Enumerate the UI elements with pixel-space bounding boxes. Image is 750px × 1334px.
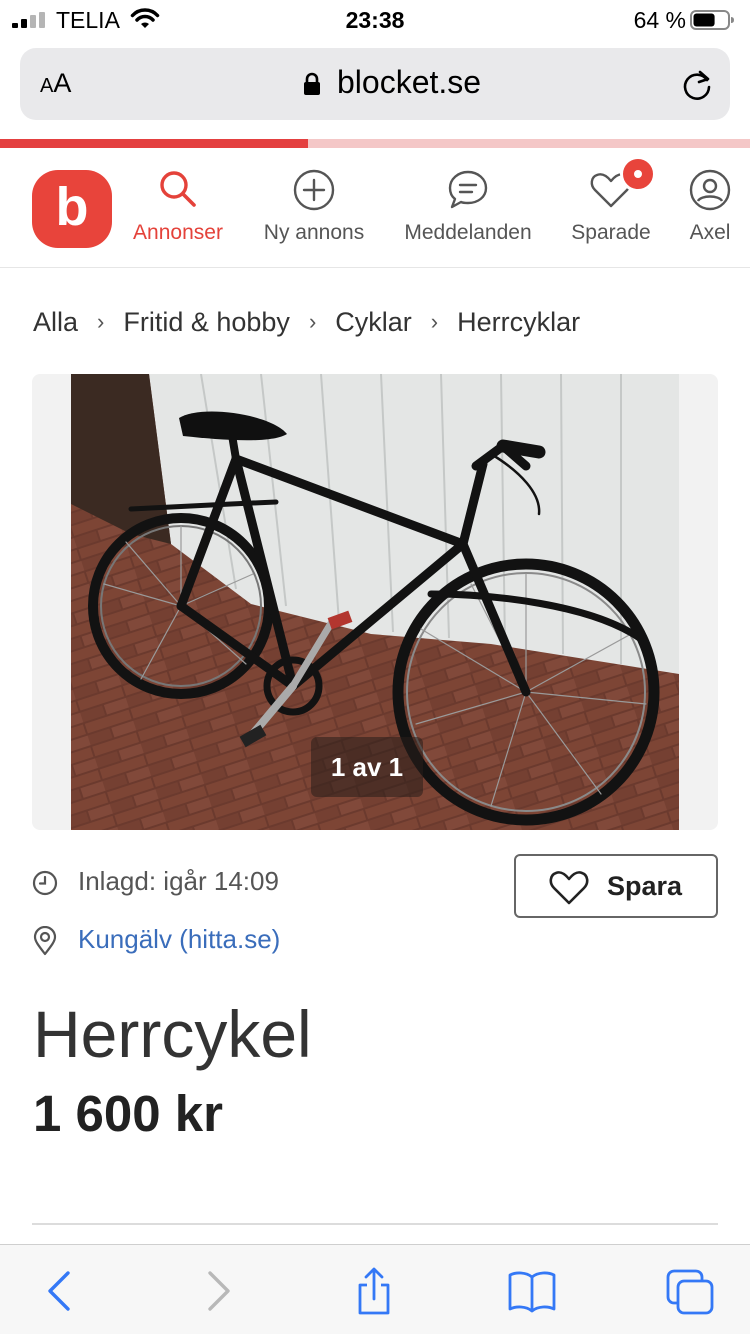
nav-label: Annonser <box>133 221 223 244</box>
address-bar[interactable]: AA blocket.se <box>20 48 730 120</box>
nav-item-meddelanden[interactable]: Meddelanden <box>394 148 542 268</box>
url-text[interactable]: blocket.se <box>337 64 481 101</box>
nav-label: Sparade <box>571 221 651 244</box>
status-bar: TELIA 23:38 64 % <box>0 0 750 42</box>
carrier-name: TELIA <box>56 7 120 33</box>
notification-badge <box>620 156 656 192</box>
image-counter: 1 av 1 <box>311 737 423 797</box>
nav-item-annonser[interactable]: Annonser <box>122 148 234 268</box>
browser-toolbar <box>0 1244 750 1334</box>
nav-item-ny-annons[interactable]: Ny annons <box>254 148 374 268</box>
chevron-right-icon: › <box>308 309 317 334</box>
nav-label: Meddelanden <box>404 221 532 244</box>
back-icon[interactable] <box>36 1267 88 1315</box>
breadcrumb-item[interactable]: Cyklar <box>335 307 412 338</box>
user-icon <box>689 169 731 211</box>
nav-label: Axel <box>689 221 731 244</box>
share-icon[interactable] <box>348 1267 400 1315</box>
chevron-right-icon: › <box>430 309 439 334</box>
tabs-icon[interactable] <box>664 1267 716 1315</box>
chat-bubble-icon <box>448 170 488 209</box>
nav-item-axel[interactable]: Axel <box>676 148 744 268</box>
location-link[interactable]: Kungälv (hitta.se) <box>78 924 280 955</box>
signal-strength-icon <box>12 12 45 28</box>
blocket-logo[interactable]: b <box>32 170 112 248</box>
nav-label: Ny annons <box>263 221 365 244</box>
wifi-icon <box>130 8 160 28</box>
clock-icon <box>32 870 58 896</box>
battery-icon <box>690 10 734 30</box>
listing-title: Herrcykel <box>33 997 312 1071</box>
text-size-button[interactable]: AA <box>40 68 71 99</box>
plus-circle-icon <box>293 169 335 211</box>
reload-icon[interactable] <box>680 68 714 102</box>
posted-date-text: Inlagd: igår 14:09 <box>78 866 279 896</box>
bookmarks-icon[interactable] <box>506 1267 558 1315</box>
search-icon <box>160 171 196 207</box>
breadcrumb-item[interactable]: Fritid & hobby <box>123 307 290 338</box>
breadcrumb: Alla › Fritid & hobby › Cyklar › Herrcyklar <box>33 307 580 339</box>
divider <box>32 1223 718 1225</box>
heart-icon <box>549 871 589 905</box>
page-load-progress <box>0 139 750 148</box>
lock-icon <box>304 72 320 95</box>
listing-price: 1 600 kr <box>33 1085 224 1142</box>
breadcrumb-item[interactable]: Alla <box>33 307 78 338</box>
chevron-right-icon: › <box>97 309 105 334</box>
forward-icon[interactable] <box>192 1267 244 1315</box>
save-button-label: Spara <box>607 871 683 901</box>
save-button[interactable]: Spara <box>514 854 718 918</box>
battery-percentage: 64 % <box>633 7 686 33</box>
location-pin-icon <box>33 926 57 956</box>
breadcrumb-item[interactable]: Herrcyklar <box>457 307 580 338</box>
